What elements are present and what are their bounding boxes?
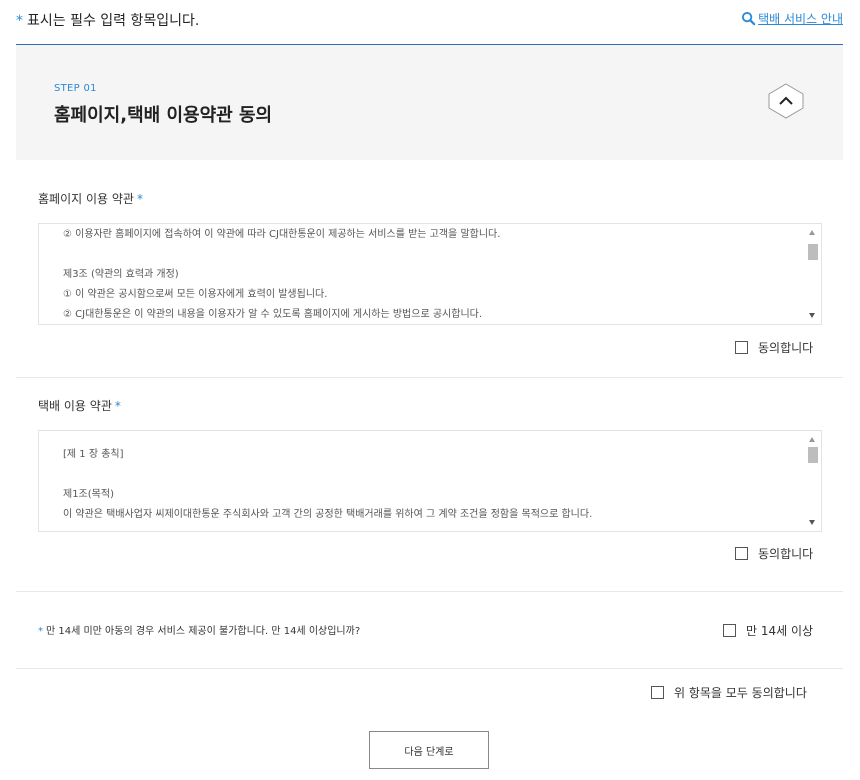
delivery-terms-scrollbar[interactable] — [805, 431, 821, 531]
checkbox[interactable] — [735, 547, 748, 560]
homepage-terms-text: ② 이용자란 홈페이지에 접속하여 이 약관에 따라 CJ대한통운이 제공하는 … — [63, 225, 797, 324]
homepage-terms-agree-label[interactable]: 동의합니다 — [758, 339, 813, 356]
age-check-label[interactable]: 만 14세 이상 — [746, 622, 813, 639]
divider — [16, 668, 843, 669]
collapse-button[interactable] — [768, 83, 804, 119]
delivery-terms-text: [제 1 장 총칙] 제1조(목적) 이 약관은 택배사업자 씨제이대한통운 주… — [63, 445, 797, 525]
homepage-terms-scrollbar[interactable] — [805, 224, 821, 324]
top-bar: * 표시는 필수 입력 항목입니다. 택배 서비스 안내 — [16, 0, 843, 45]
required-star: * — [38, 626, 43, 637]
age-question-text: 만 14세 미만 아동의 경우 서비스 제공이 불가합니다. 만 14세 이상입… — [46, 626, 361, 637]
scroll-thumb[interactable] — [808, 447, 818, 463]
terms-line: ② 이용자란 홈페이지에 접속하여 이 약관에 따라 CJ대한통운이 제공하는 … — [63, 229, 501, 240]
delivery-terms-title-text: 택배 이용 약관 — [38, 399, 112, 413]
checkbox[interactable] — [651, 686, 664, 699]
delivery-terms-box[interactable]: [제 1 장 총칙] 제1조(목적) 이 약관은 택배사업자 씨제이대한통운 주… — [38, 430, 822, 532]
terms-line: ① 이 약관은 공시함으로써 모든 이용자에게 효력이 발생됩니다. — [63, 289, 328, 300]
step-title: 홈페이지,택배 이용약관 동의 — [54, 105, 273, 126]
required-notice-text: 표시는 필수 입력 항목입니다. — [27, 13, 200, 29]
terms-line: [제 1 장 총칙] — [63, 449, 124, 460]
delivery-guide-link[interactable]: 택배 서비스 안내 — [741, 10, 843, 27]
delivery-terms-agree[interactable]: 동의합니다 — [735, 545, 813, 562]
delivery-guide-label[interactable]: 택배 서비스 안내 — [758, 10, 843, 27]
agree-all[interactable]: 위 항목을 모두 동의합니다 — [651, 684, 807, 701]
chevron-up-icon — [768, 83, 804, 119]
terms-line: 제3조 (약관의 효력과 개정) — [63, 269, 179, 280]
divider — [16, 591, 843, 592]
checkbox[interactable] — [723, 624, 736, 637]
step-panel: STEP 01 홈페이지,택배 이용약관 동의 — [16, 45, 843, 160]
homepage-terms-title: 홈페이지 이용 약관 * — [38, 190, 143, 207]
agree-all-label[interactable]: 위 항목을 모두 동의합니다 — [674, 684, 807, 701]
required-star: * — [114, 399, 121, 413]
delivery-terms-title: 택배 이용 약관 * — [38, 397, 121, 414]
scroll-down-icon[interactable] — [809, 520, 815, 525]
search-icon — [742, 11, 756, 26]
scroll-thumb[interactable] — [808, 244, 818, 260]
terms-line — [63, 465, 797, 485]
terms-line — [63, 245, 797, 265]
age-check-agree[interactable]: 만 14세 이상 — [723, 622, 813, 639]
scroll-down-icon[interactable] — [809, 313, 815, 318]
step-label: STEP 01 — [54, 83, 97, 94]
required-star: * — [136, 192, 143, 206]
scroll-up-icon[interactable] — [809, 437, 815, 442]
homepage-terms-box[interactable]: ② 이용자란 홈페이지에 접속하여 이 약관에 따라 CJ대한통운이 제공하는 … — [38, 223, 822, 325]
next-step-button[interactable]: 다음 단계로 — [369, 731, 489, 769]
terms-line: 이 약관은 택배사업자 씨제이대한통운 주식회사와 고객 간의 공정한 택배거래… — [63, 509, 593, 520]
homepage-terms-agree[interactable]: 동의합니다 — [735, 339, 813, 356]
age-question: * 만 14세 미만 아동의 경우 서비스 제공이 불가합니다. 만 14세 이상… — [38, 622, 360, 637]
checkbox[interactable] — [735, 341, 748, 354]
delivery-terms-agree-label[interactable]: 동의합니다 — [758, 545, 813, 562]
terms-line: ② CJ대한통운은 이 약관의 내용을 이용자가 알 수 있도록 홈페이지에 게… — [63, 309, 483, 320]
required-star: * — [16, 13, 23, 29]
terms-line: 제1조(목적) — [63, 489, 114, 500]
required-notice: * 표시는 필수 입력 항목입니다. — [16, 10, 199, 30]
divider — [16, 377, 843, 378]
homepage-terms-title-text: 홈페이지 이용 약관 — [38, 192, 134, 206]
scroll-up-icon[interactable] — [809, 230, 815, 235]
